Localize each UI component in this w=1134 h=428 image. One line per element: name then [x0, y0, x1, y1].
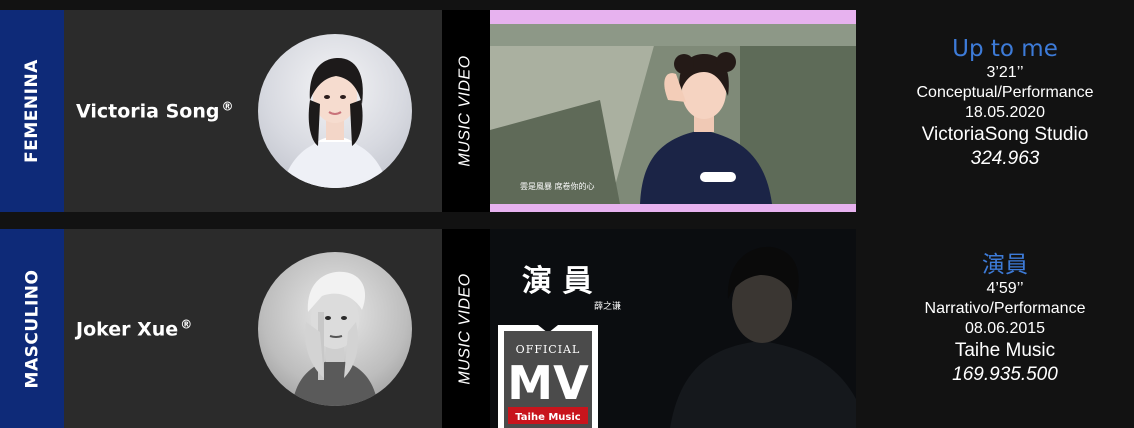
music-video-label-strip: MUSIC VIDEO — [442, 10, 490, 212]
artist-avatar — [258, 251, 412, 406]
artist-row-masculino: MASCULINO Joker Xue ® MUSIC VIDEO 演 員 薛之… — [0, 229, 860, 428]
release-date: 18.05.2020 — [964, 104, 1046, 121]
badge-official: OFFICIAL — [516, 343, 581, 356]
song-style: Conceptual/Performance — [916, 84, 1094, 101]
artist-card: Victoria Song ® — [64, 10, 442, 212]
artist-avatar — [258, 34, 412, 188]
song-info: Up to me 3’21’’ Conceptual/Performance 1… — [876, 36, 1134, 171]
record-label: VictoriaSong Studio — [921, 124, 1089, 145]
song-style: Narrativo/Performance — [924, 300, 1086, 317]
artist-name: Victoria Song ® — [76, 99, 233, 122]
song-info: 演員 4’59’’ Narrativo/Performance 08.06.20… — [876, 252, 1134, 387]
category-tab: FEMENINA — [0, 10, 64, 212]
artist-row-femenina: FEMENINA Victoria Song ® MUSIC VIDEO 雲是風… — [0, 10, 860, 212]
mv-title: 演 員 — [522, 264, 592, 299]
video-frame-icon: 演 員 薛之谦 OFFICIAL MV Taihe Music — [490, 229, 856, 428]
artist-photo-icon — [292, 271, 378, 406]
artist-name: Joker Xue ® — [76, 317, 192, 340]
registered-mark: ® — [221, 99, 234, 114]
view-count: 324.963 — [970, 148, 1040, 169]
song-duration: 3’21’’ — [986, 64, 1024, 81]
artist-photo-icon — [282, 58, 388, 188]
category-tab: MASCULINO — [0, 229, 64, 428]
video-subtitle: 雲是風暴 席卷你的心 — [520, 181, 595, 191]
music-video-thumbnail[interactable]: 雲是風暴 席卷你的心 — [490, 10, 856, 212]
artist-name-text: Victoria Song — [76, 100, 220, 123]
mv-artist: 薛之谦 — [594, 300, 621, 312]
artist-card: Joker Xue ® — [64, 229, 442, 428]
release-date: 08.06.2015 — [964, 320, 1046, 337]
music-video-label: MUSIC VIDEO — [457, 272, 475, 385]
music-video-label: MUSIC VIDEO — [457, 55, 475, 167]
badge-label: Taihe Music — [515, 412, 581, 423]
registered-mark: ® — [180, 316, 193, 331]
badge-mv: MV — [507, 356, 589, 410]
song-title[interactable]: 演員 — [876, 252, 1134, 279]
official-mv-badge: OFFICIAL MV Taihe Music — [498, 325, 598, 428]
music-video-label-strip: MUSIC VIDEO — [442, 229, 490, 428]
song-title[interactable]: Up to me — [876, 36, 1134, 63]
record-label: Taihe Music — [954, 340, 1056, 361]
song-duration: 4’59’’ — [986, 280, 1024, 297]
category-label: FEMENINA — [22, 59, 43, 163]
video-frame-icon: 雲是風暴 席卷你的心 — [490, 10, 856, 212]
artist-name-text: Joker Xue — [76, 318, 179, 341]
view-count: 169.935.500 — [952, 364, 1058, 385]
category-label: MASCULINO — [22, 269, 42, 388]
music-video-thumbnail[interactable]: 演 員 薛之谦 OFFICIAL MV Taihe Music — [490, 229, 856, 428]
